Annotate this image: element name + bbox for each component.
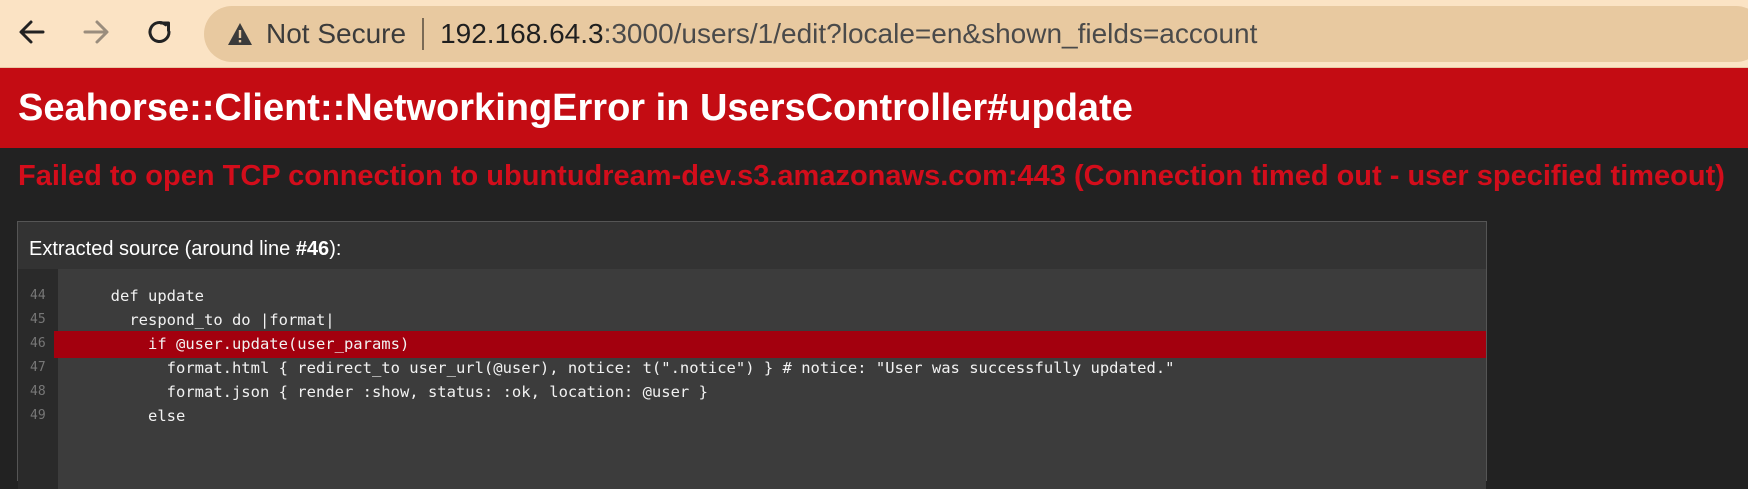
- back-button[interactable]: [12, 12, 52, 52]
- code-line-highlighted: 46 if @user.update(user_params): [30, 331, 1486, 358]
- source-heading-suffix: ):: [329, 238, 342, 260]
- code-line: 49 else: [18, 403, 1486, 430]
- code-line: 47 format.html { redirect_to user_url(@u…: [18, 355, 1486, 382]
- warning-triangle-icon[interactable]: [226, 20, 254, 48]
- source-heading-prefix: Extracted source (around line: [29, 238, 296, 260]
- url-host: 192.168.64.3: [440, 18, 604, 49]
- source-heading: Extracted source (around line #46):: [29, 238, 341, 261]
- browser-toolbar: Not Secure 192.168.64.3:3000/users/1/edi…: [0, 0, 1748, 68]
- address-bar[interactable]: Not Secure 192.168.64.3:3000/users/1/edi…: [204, 6, 1748, 62]
- reload-icon: [148, 21, 171, 43]
- arrow-left-icon: [19, 20, 45, 44]
- error-message: Failed to open TCP connection to ubuntud…: [18, 160, 1725, 192]
- reload-button[interactable]: [140, 12, 180, 52]
- code-line: 48 format.json { render :show, status: :…: [18, 379, 1486, 406]
- line-number: 48: [30, 384, 46, 399]
- line-code: def update: [92, 287, 204, 305]
- url-divider: [422, 18, 425, 50]
- line-number: 45: [30, 312, 46, 327]
- line-number: 49: [30, 408, 46, 423]
- line-code: format.html { redirect_to user_url(@user…: [92, 359, 1175, 377]
- source-heading-line: #46: [295, 238, 330, 260]
- code-block: 44 def update 45 respond_to do |format| …: [18, 269, 1486, 489]
- code-line: 45 respond_to do |format|: [18, 307, 1486, 334]
- code-line: 44 def update: [18, 283, 1486, 310]
- url-text[interactable]: 192.168.64.3:3000/users/1/edit?locale=en…: [440, 18, 1257, 50]
- extracted-source-panel: Extracted source (around line #46): 44 d…: [17, 221, 1487, 489]
- url-path: :3000/users/1/edit?locale=en&shown_field…: [603, 18, 1258, 49]
- arrow-right-icon: [83, 20, 109, 44]
- security-label[interactable]: Not Secure: [266, 18, 406, 50]
- line-number: 46: [30, 336, 46, 351]
- error-title: Seahorse::Client::NetworkingError in Use…: [18, 86, 1133, 129]
- line-number: 44: [30, 288, 46, 303]
- forward-button[interactable]: [76, 12, 116, 52]
- line-code: respond_to do |format|: [92, 311, 335, 329]
- line-code: else: [92, 407, 186, 425]
- line-code: if @user.update(user_params): [92, 335, 410, 353]
- line-number: 47: [30, 360, 46, 375]
- line-code: format.json { render :show, status: :ok,…: [92, 383, 708, 401]
- error-header: Seahorse::Client::NetworkingError in Use…: [0, 68, 1748, 148]
